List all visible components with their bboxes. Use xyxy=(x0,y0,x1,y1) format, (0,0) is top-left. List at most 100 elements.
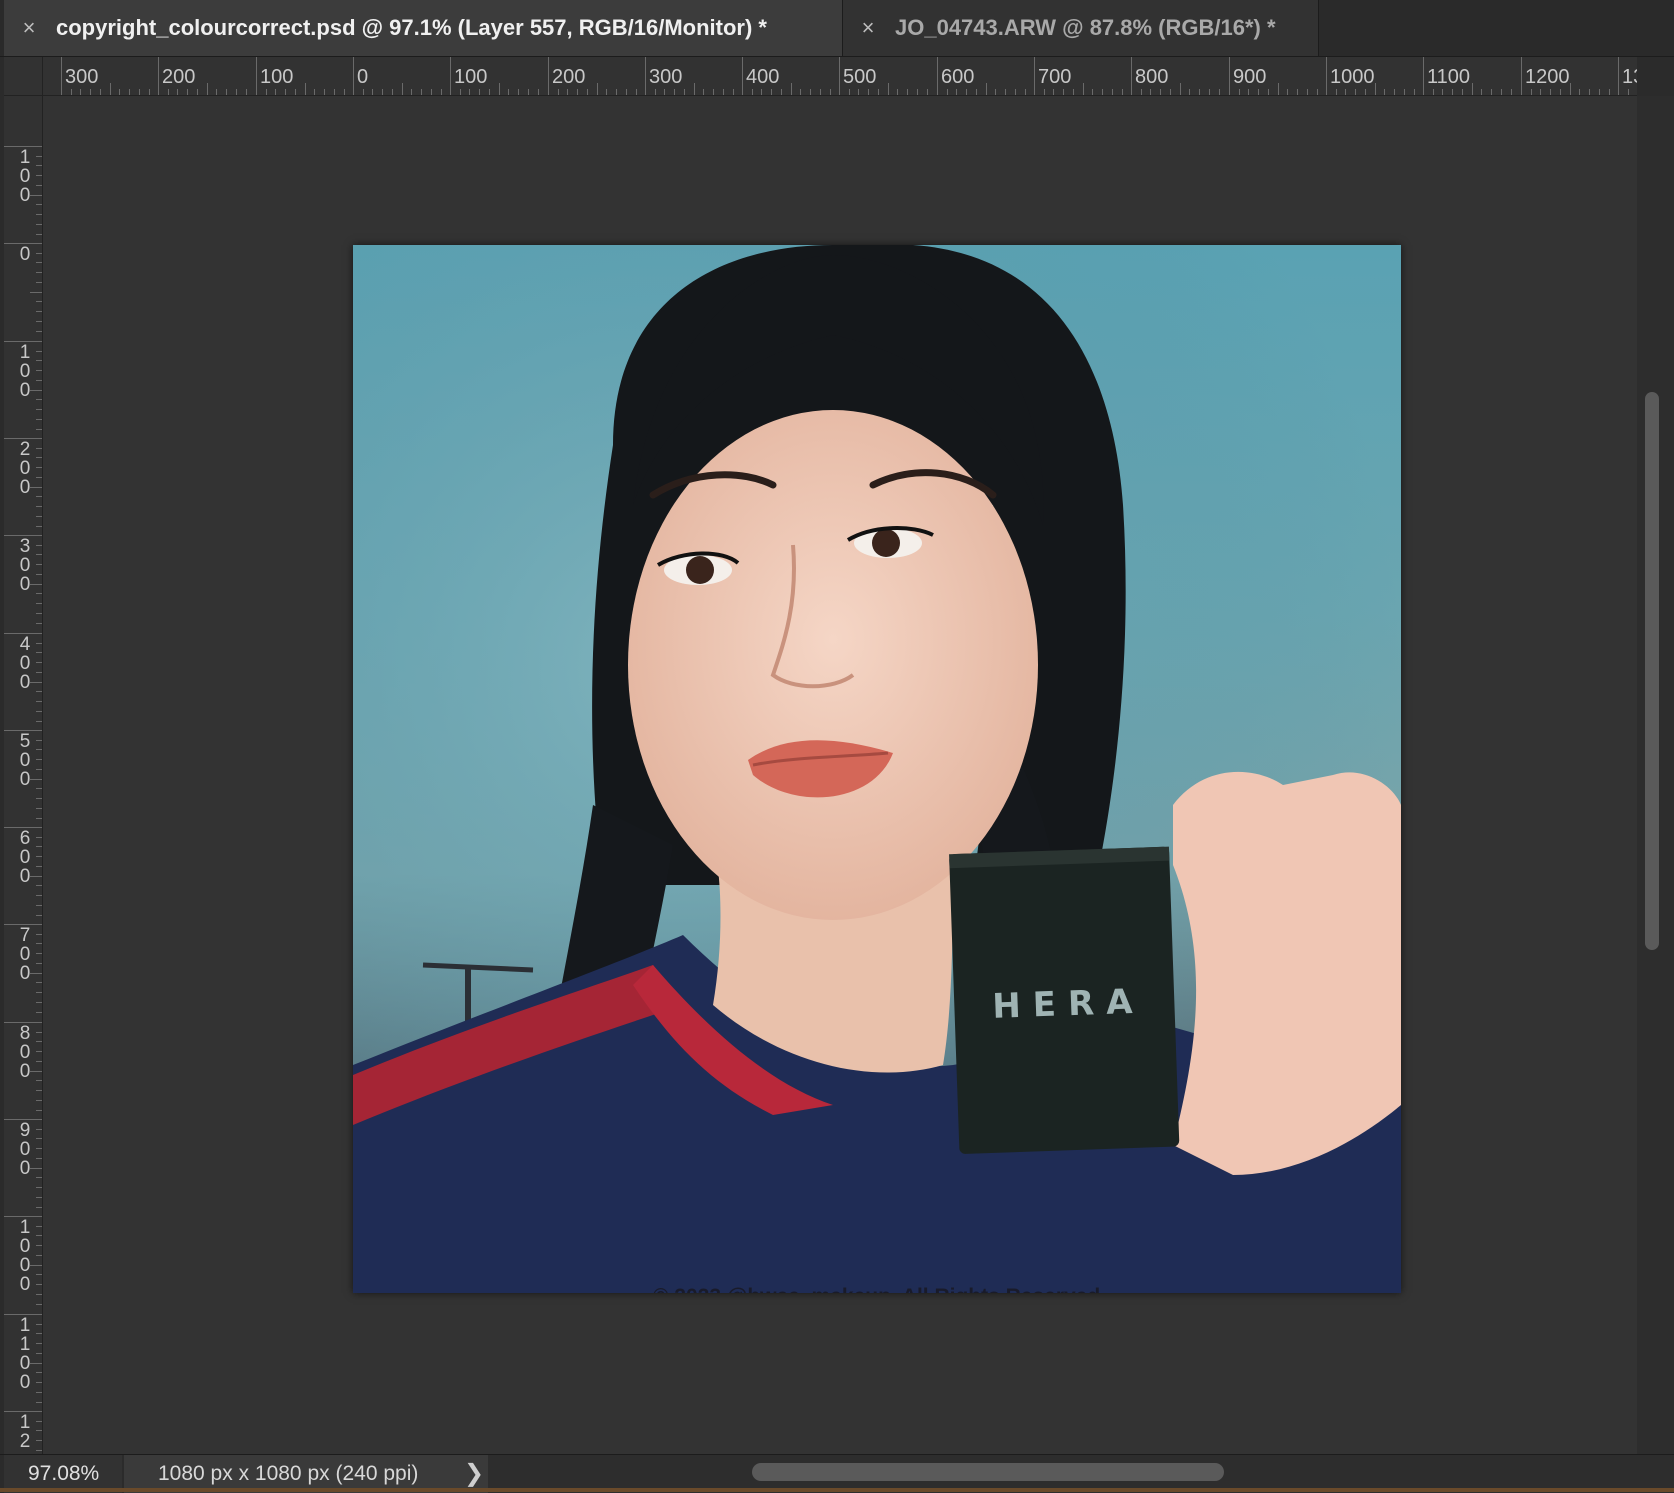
vertical-scrollbar[interactable] xyxy=(1637,96,1674,1454)
ruler-minor-tick xyxy=(499,83,500,95)
ruler-minor-tick xyxy=(36,982,42,983)
ruler-minor-tick xyxy=(849,89,850,95)
ruler-minor-tick xyxy=(897,89,898,95)
ruler-minor-tick xyxy=(36,1129,42,1130)
vertical-ruler[interactable]: 100 0 100 200 300 400 500 600 700 800 900 1000 1100 1… xyxy=(4,96,43,1454)
ruler-label: 1200 xyxy=(1525,66,1570,88)
ruler-minor-tick xyxy=(1180,83,1181,95)
ruler-minor-tick xyxy=(36,1440,42,1441)
ruler-minor-tick xyxy=(36,701,42,702)
ruler-minor-tick xyxy=(36,360,42,361)
ruler-minor-tick xyxy=(36,662,42,663)
ruler-label: 900 xyxy=(1233,66,1267,88)
document-image[interactable]: HERA © 2023 @hwee_makeup, All Rights Res… xyxy=(353,245,1401,1293)
ruler-minor-tick xyxy=(1122,89,1123,95)
ruler-minor-tick xyxy=(1005,89,1006,95)
ruler-minor-tick xyxy=(363,89,364,95)
ruler-minor-tick xyxy=(1258,89,1259,95)
vertical-scroll-thumb[interactable] xyxy=(1645,392,1659,950)
ruler-minor-tick xyxy=(36,419,42,420)
ruler-minor-tick xyxy=(36,1421,42,1422)
ruler-label: 800 xyxy=(19,1023,31,1082)
ruler-minor-tick xyxy=(1404,89,1405,95)
ruler-minor-tick xyxy=(1141,89,1142,95)
ruler-minor-tick xyxy=(36,769,42,770)
ruler-minor-tick xyxy=(187,89,188,95)
ruler-minor-tick xyxy=(36,564,42,565)
ruler-minor-tick xyxy=(36,1274,42,1275)
ruler-minor-tick xyxy=(976,89,977,95)
horizontal-scroll-thumb[interactable] xyxy=(752,1463,1224,1481)
ruler-minor-tick xyxy=(36,788,42,789)
ruler-label: 100 xyxy=(19,342,31,401)
ruler-label: 0 xyxy=(19,244,31,265)
ruler-minor-tick xyxy=(1540,89,1541,95)
ruler-minor-tick xyxy=(36,545,42,546)
ruler-minor-tick xyxy=(518,89,519,95)
ruler-minor-tick xyxy=(558,89,559,95)
close-tab-icon[interactable]: × xyxy=(857,15,879,41)
ruler-minor-tick xyxy=(314,89,315,95)
ruler-minor-tick xyxy=(1199,89,1200,95)
ruler-minor-tick xyxy=(36,1343,42,1344)
ruler-minor-tick xyxy=(694,83,695,95)
ruler-minor-tick xyxy=(246,89,247,95)
tab-jo-04743[interactable]: × JO_04743.ARW @ 87.8% (RGB/16*) * xyxy=(843,0,1319,56)
ruler-minor-tick xyxy=(36,1430,42,1431)
ruler-minor-tick xyxy=(1550,89,1551,95)
ruler-origin-corner[interactable] xyxy=(4,57,43,96)
ruler-minor-tick xyxy=(36,1226,42,1227)
ruler-major-tick xyxy=(1521,57,1522,95)
ruler-minor-tick xyxy=(36,895,42,896)
ruler-minor-tick xyxy=(528,89,529,95)
ruler-label: 13 xyxy=(1622,66,1637,88)
ruler-minor-tick xyxy=(36,808,42,809)
ruler-minor-tick xyxy=(36,1235,42,1236)
horizontal-ruler[interactable]: 300 200 100 0 100 200 300 400 500 600 700 800 900 100… xyxy=(43,57,1637,96)
close-tab-icon[interactable]: × xyxy=(18,15,40,41)
ruler-minor-tick xyxy=(197,89,198,95)
canvas-area[interactable]: HERA © 2023 @hwee_makeup, All Rights Res… xyxy=(43,96,1637,1454)
ruler-minor-tick xyxy=(100,89,101,95)
ruler-minor-tick xyxy=(1609,89,1610,95)
ruler-minor-tick xyxy=(36,711,42,712)
ruler-minor-tick xyxy=(36,1324,42,1325)
ruler-major-tick xyxy=(1326,57,1327,95)
ruler-minor-tick xyxy=(149,89,150,95)
ruler-major-tick xyxy=(1034,57,1035,95)
ruler-minor-tick xyxy=(995,89,996,95)
ruler-minor-tick xyxy=(1355,89,1356,95)
window-bottom-strip xyxy=(0,1488,1674,1492)
ruler-label: 0 xyxy=(357,66,369,88)
ruler-minor-tick xyxy=(30,682,42,683)
ruler-minor-tick xyxy=(421,89,422,95)
ruler-minor-tick xyxy=(36,593,42,594)
ruler-minor-tick xyxy=(674,89,675,95)
ruler-minor-tick xyxy=(30,1071,42,1072)
ruler-minor-tick xyxy=(36,311,42,312)
ruler-label: 400 xyxy=(19,634,31,693)
ruler-label: 400 xyxy=(746,66,780,88)
ruler-minor-tick xyxy=(36,574,42,575)
ruler-minor-tick xyxy=(1345,89,1346,95)
ruler-major-tick xyxy=(353,57,354,95)
tab-copyright-colourcorrect[interactable]: × copyright_colourcorrect.psd @ 97.1% (L… xyxy=(4,0,843,56)
ruler-minor-tick xyxy=(1317,89,1318,95)
ruler-minor-tick xyxy=(36,1382,42,1383)
ruler-minor-tick xyxy=(830,89,831,95)
ruler-minor-tick xyxy=(36,1002,42,1003)
ruler-minor-tick xyxy=(606,89,607,95)
ruler-minor-tick xyxy=(36,224,42,225)
ruler-minor-tick xyxy=(1160,89,1161,95)
ruler-minor-tick xyxy=(888,83,889,95)
ruler-minor-tick xyxy=(36,1061,42,1062)
ruler-minor-tick xyxy=(30,1168,42,1169)
ruler-minor-tick xyxy=(1442,89,1443,95)
ruler-minor-tick xyxy=(508,89,509,95)
ruler-minor-tick xyxy=(36,953,42,954)
ruler-minor-tick xyxy=(36,1090,42,1091)
ruler-minor-tick xyxy=(1170,89,1171,95)
ruler-label: 300 xyxy=(19,536,31,595)
ruler-minor-tick xyxy=(266,89,267,95)
ruler-major-tick xyxy=(548,57,549,95)
